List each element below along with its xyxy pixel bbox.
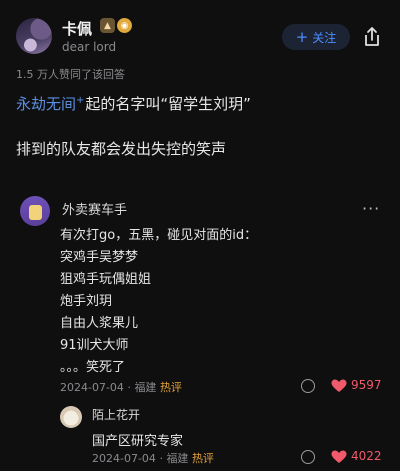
- reply-icon[interactable]: [301, 450, 315, 464]
- more-icon[interactable]: ···: [362, 199, 380, 218]
- comment-line: 有次打go，五黑，碰见对面的id：: [60, 228, 258, 243]
- agree-count: 1.5 万人赞同了该回答: [16, 68, 125, 81]
- comment-avatar[interactable]: [20, 196, 50, 226]
- comment-line: 91训犬大师: [60, 338, 129, 353]
- level-badge-icon: ▲: [100, 18, 115, 33]
- author-name[interactable]: 卡佩: [62, 18, 92, 39]
- like-count: 9597: [351, 378, 382, 392]
- author-bio: dear lord: [62, 40, 117, 54]
- answer-line-2: 排到的队友都会发出失控的笑声: [16, 140, 227, 158]
- plus-icon: +: [295, 27, 309, 46]
- reply-like-count: 4022: [351, 449, 382, 463]
- reply-date: 2024-07-04: [92, 452, 156, 465]
- follow-label: 关注: [312, 30, 337, 45]
- follow-button[interactable]: + 关注: [282, 24, 350, 50]
- reply-avatar[interactable]: [60, 406, 82, 428]
- topic-plus-icon: +: [76, 95, 85, 106]
- answer-line-1: 永劫无间+起的名字叫“留学生刘玥”: [16, 93, 251, 114]
- vip-badge-icon: ◉: [117, 18, 132, 33]
- comment-line: 。。。笑死了: [60, 360, 126, 375]
- reply-location: 福建: [166, 452, 189, 465]
- reply-meta: 2024-07-04 · 福建 热评: [92, 452, 214, 465]
- reply-icon[interactable]: [301, 379, 315, 393]
- reply-user[interactable]: 陌上花开: [92, 406, 140, 423]
- reply-hot-badge: 热评: [191, 452, 214, 465]
- heart-icon[interactable]: [331, 450, 347, 464]
- author-avatar[interactable]: [16, 18, 52, 54]
- topic-link[interactable]: 永劫无间: [16, 95, 76, 113]
- share-icon[interactable]: [362, 26, 382, 48]
- comment-line: 自由人浆果儿: [60, 316, 139, 331]
- comment-location: 福建: [134, 381, 157, 394]
- comment-line: 炮手刘玥: [60, 294, 113, 309]
- comment-line: 狙鸡手玩偶姐姐: [60, 272, 152, 287]
- heart-icon[interactable]: [331, 379, 347, 393]
- comment-meta: 2024-07-04 · 福建 热评: [60, 381, 182, 394]
- comment-user[interactable]: 外卖赛车手: [62, 199, 127, 218]
- reply-text: 国产区研究专家: [92, 434, 184, 449]
- hot-comment-badge: 热评: [159, 381, 182, 394]
- comment-date: 2024-07-04: [60, 381, 124, 394]
- answer-text-1: 起的名字叫“留学生刘玥”: [85, 95, 251, 113]
- comment-line: 突鸡手吴梦梦: [60, 250, 139, 265]
